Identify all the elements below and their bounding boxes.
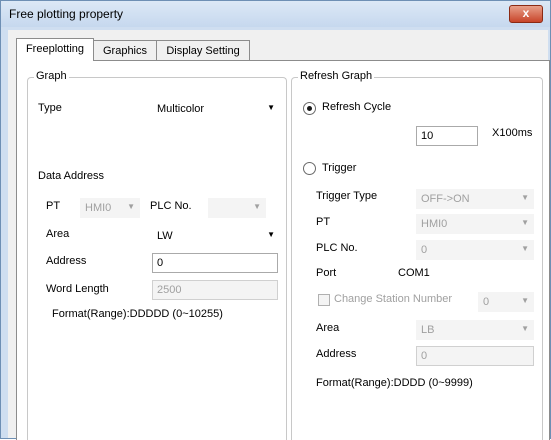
trigger-address-input-value: 0 [421, 350, 428, 362]
graph-group: Graph Type Multicolor ▼ Data Address PT … [27, 70, 287, 440]
area-select-value: LW [157, 230, 173, 242]
tab-graphics[interactable]: Graphics [92, 40, 158, 61]
chevron-down-icon: ▼ [253, 202, 261, 211]
trigger-pt-select[interactable]: HMI0 ▼ [416, 214, 534, 234]
address-label: Address [46, 255, 87, 267]
tab-freeplotting[interactable]: Freeplotting [16, 38, 94, 61]
refresh-graph-group-title: Refresh Graph [298, 70, 375, 82]
refresh-cycle-input-value: 10 [421, 130, 434, 142]
trigger-label: Trigger [322, 162, 357, 174]
trigger-radio[interactable] [303, 162, 316, 175]
trigger-plc-no-select-value: 0 [421, 244, 428, 256]
chevron-down-icon: ▼ [127, 202, 135, 211]
refresh-cycle-label: Refresh Cycle [322, 101, 392, 113]
pt-select-value: HMI0 [85, 202, 112, 214]
tab-display-setting[interactable]: Display Setting [156, 40, 250, 61]
chevron-down-icon: ▼ [267, 103, 275, 112]
chevron-down-icon: ▼ [521, 324, 529, 333]
tab-panel-freeplotting: Graph Type Multicolor ▼ Data Address PT … [16, 60, 550, 440]
trigger-format-text: Format(Range):DDDD (0~9999) [316, 377, 473, 389]
type-select[interactable]: Multicolor ▼ [152, 99, 280, 119]
tab-label: Freeplotting [25, 43, 85, 55]
address-input[interactable]: 0 [152, 253, 278, 273]
type-select-value: Multicolor [157, 103, 205, 115]
station-number-select-value: 0 [483, 296, 490, 308]
trigger-type-select-value: OFF->ON [421, 193, 470, 205]
refresh-cycle-unit: X100ms [492, 127, 533, 139]
word-length-input[interactable]: 2500 [152, 280, 278, 300]
trigger-pt-label: PT [316, 216, 331, 228]
change-station-label: Change Station Number [334, 293, 453, 305]
word-length-label: Word Length [46, 283, 109, 295]
graph-format-text: Format(Range):DDDDD (0~10255) [52, 308, 223, 320]
graph-group-title: Graph [34, 70, 69, 82]
port-label: Port [316, 267, 337, 279]
trigger-type-select[interactable]: OFF->ON ▼ [416, 189, 534, 209]
trigger-address-label: Address [316, 348, 357, 360]
close-icon: x [522, 6, 530, 20]
pt-label: PT [46, 200, 61, 212]
data-address-label: Data Address [38, 170, 105, 182]
address-input-value: 0 [157, 257, 164, 269]
tab-label: Display Setting [166, 45, 240, 57]
refresh-cycle-radio[interactable] [303, 102, 316, 115]
plc-no-select[interactable]: ▼ [208, 198, 266, 218]
chevron-down-icon: ▼ [521, 218, 529, 227]
trigger-plc-no-select[interactable]: 0 ▼ [416, 240, 534, 260]
word-length-input-value: 2500 [157, 284, 182, 296]
port-value: COM1 [398, 267, 430, 279]
window-title: Free plotting property [9, 7, 124, 21]
trigger-area-select[interactable]: LB ▼ [416, 320, 534, 340]
refresh-graph-group: Refresh Graph Refresh Cycle 10 X100ms Tr… [291, 70, 543, 440]
trigger-plc-no-label: PLC No. [316, 242, 358, 254]
title-bar[interactable]: Free plotting property x [1, 1, 550, 27]
trigger-type-label: Trigger Type [316, 190, 378, 202]
close-button[interactable]: x [509, 5, 543, 23]
area-select[interactable]: LW ▼ [152, 226, 280, 246]
trigger-address-input[interactable]: 0 [416, 346, 534, 366]
refresh-cycle-input[interactable]: 10 [416, 126, 478, 146]
chevron-down-icon: ▼ [267, 230, 275, 239]
plc-no-label: PLC No. [150, 200, 192, 212]
chevron-down-icon: ▼ [521, 296, 529, 305]
change-station-checkbox[interactable] [318, 294, 330, 306]
chevron-down-icon: ▼ [521, 193, 529, 202]
area-label: Area [46, 228, 70, 240]
tab-label: Graphics [102, 45, 148, 57]
chevron-down-icon: ▼ [521, 244, 529, 253]
type-label: Type [38, 102, 62, 114]
pt-select[interactable]: HMI0 ▼ [80, 198, 140, 218]
trigger-area-label: Area [316, 322, 340, 334]
trigger-pt-select-value: HMI0 [421, 218, 448, 230]
station-number-select[interactable]: 0 ▼ [478, 292, 534, 312]
trigger-area-select-value: LB [421, 324, 435, 336]
